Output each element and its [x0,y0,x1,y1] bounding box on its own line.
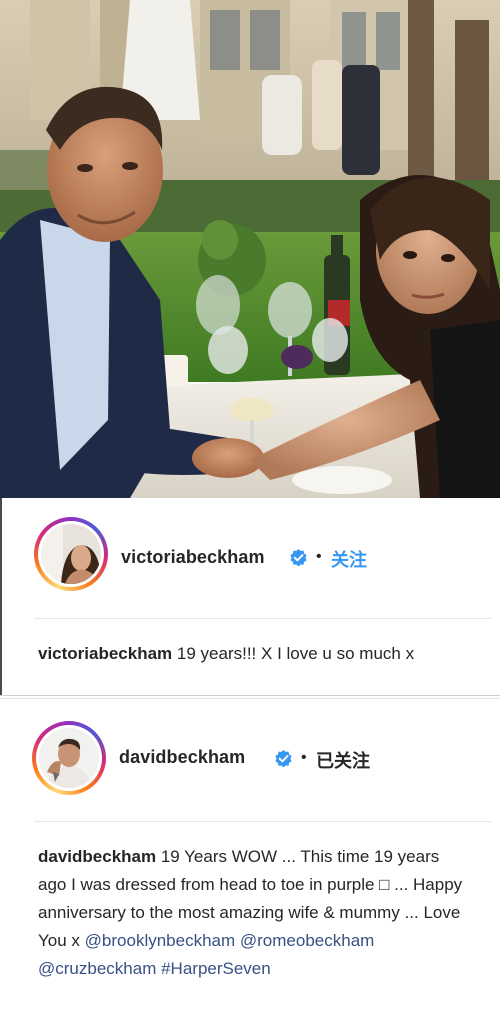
following-button[interactable]: 已关注 [316,747,370,773]
avatar-image [39,728,99,788]
post-caption: davidbeckham 19 Years WOW ... This time … [38,843,468,983]
follow-button[interactable]: 关注 [331,546,367,572]
divider [34,618,492,619]
verified-icon [290,548,307,567]
caption-text: 19 years!!! X I love u so much x [172,644,415,663]
caption-username[interactable]: davidbeckham [38,847,156,866]
mention-link[interactable]: @brooklynbeckham [85,931,236,950]
separator-dot: • [316,548,322,565]
hashtag-link[interactable]: #HarperSeven [161,959,271,978]
mention-link[interactable]: @romeobeckham [240,931,374,950]
verified-icon [275,749,292,768]
post-caption: victoriabeckham 19 years!!! X I love u s… [38,640,478,668]
photo-image [0,0,500,498]
avatar[interactable] [32,721,106,795]
post-username[interactable]: victoriabeckham [121,547,265,568]
post-username[interactable]: davidbeckham [119,747,245,768]
post-header: davidbeckham • 已关注 [0,717,500,807]
avatar-image [41,524,101,584]
post-header: victoriabeckham • 关注 [0,517,500,607]
post-card-david: davidbeckham • 已关注 davidbeckham 19 Years… [0,698,500,1012]
separator-dot: • [301,749,307,766]
divider [34,821,492,822]
caption-username[interactable]: victoriabeckham [38,644,172,663]
avatar[interactable] [34,517,108,591]
post-photo[interactable] [0,0,500,498]
mention-link[interactable]: @cruzbeckham [38,959,156,978]
post-card-victoria: victoriabeckham • 关注 victoriabeckham 19 … [0,498,500,696]
